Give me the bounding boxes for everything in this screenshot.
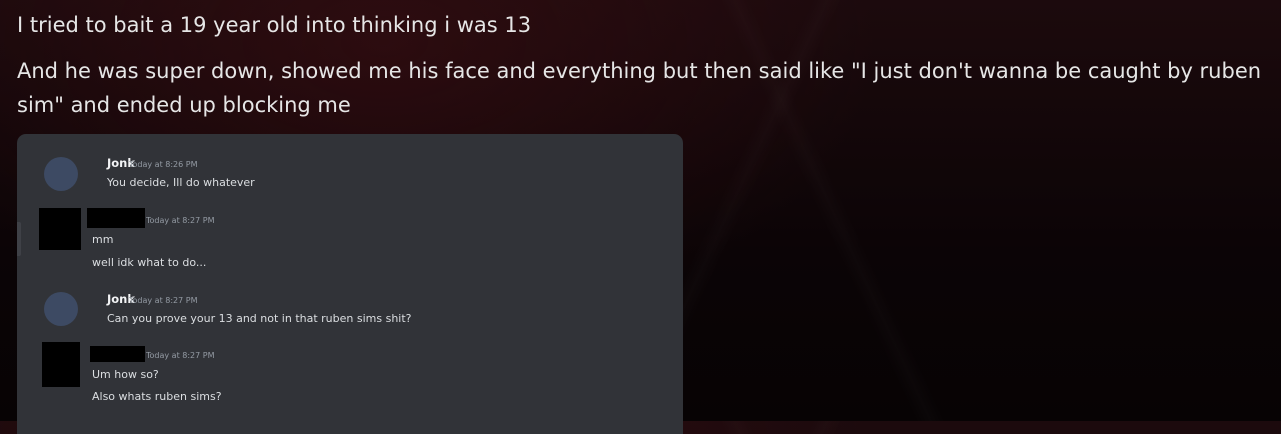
post-title: I tried to bait a 19 year old into think… <box>17 13 532 37</box>
redacted-username <box>90 346 145 362</box>
message-text: You decide, Ill do whatever <box>107 176 255 189</box>
scroll-marker <box>17 222 21 256</box>
message-text: Um how so? <box>92 368 159 381</box>
redacted-username <box>87 208 145 228</box>
message-timestamp: Today at 8:27 PM <box>146 351 215 360</box>
message-text: Also whats ruben sims? <box>92 390 222 403</box>
message-text: well idk what to do... <box>92 256 207 269</box>
chat-screenshot: Jonk Today at 8:26 PM You decide, Ill do… <box>17 134 683 434</box>
message-timestamp: Today at 8:27 PM <box>129 296 198 305</box>
message-text: mm <box>92 233 114 246</box>
message-text: Can you prove your 13 and not in that ru… <box>107 312 412 325</box>
message-timestamp: Today at 8:27 PM <box>146 216 215 225</box>
redacted-avatar <box>39 208 81 250</box>
post-body: And he was super down, showed me his fac… <box>17 59 1262 117</box>
user-avatar <box>44 292 78 326</box>
message-timestamp: Today at 8:26 PM <box>129 160 198 169</box>
user-avatar <box>44 157 78 191</box>
redacted-avatar <box>42 342 80 387</box>
